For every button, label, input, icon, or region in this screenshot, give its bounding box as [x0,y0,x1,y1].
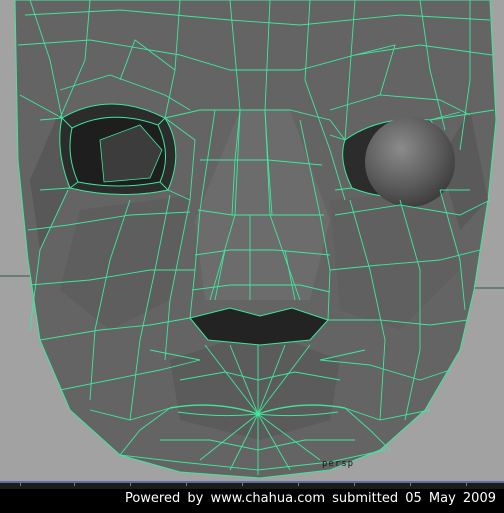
maya-perspective-viewport[interactable]: persp [0,0,504,485]
watermark-footer: Powered by www.chahua.com submitted 05 M… [0,489,504,513]
camera-label: persp [322,459,355,469]
face-mesh-wireframe [0,0,504,479]
credit-text: Powered by www.chahua.com submitted 05 M… [124,491,496,506]
eyeball-sphere [365,117,455,207]
